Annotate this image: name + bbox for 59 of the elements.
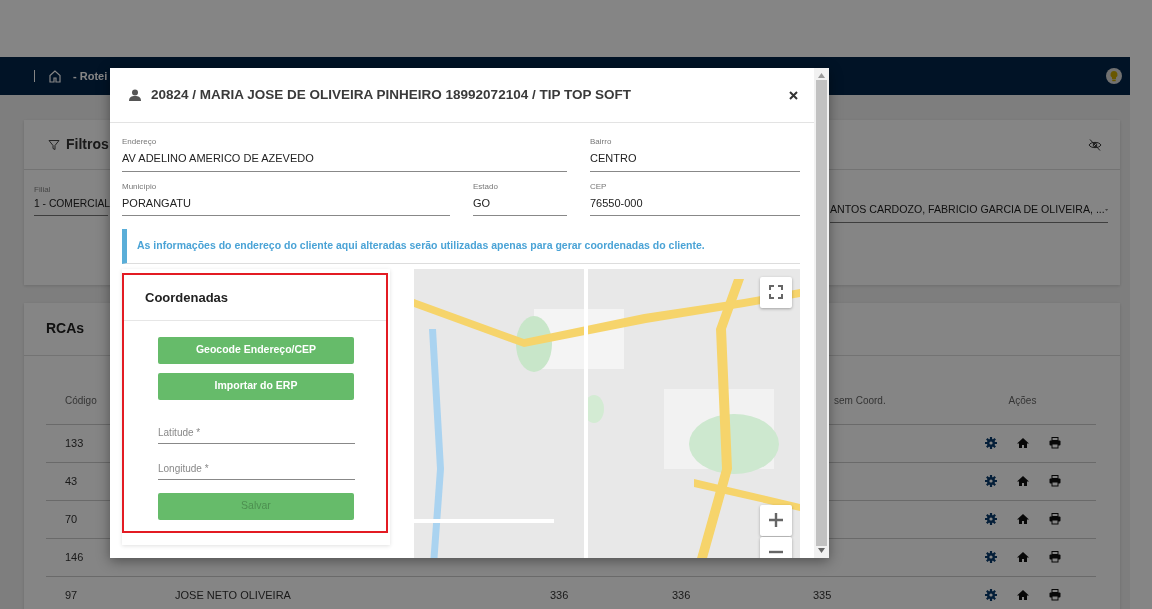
- plus-icon: [769, 513, 783, 528]
- table-cell-text: 97: [64, 588, 79, 604]
- eye-slash-icon[interactable]: [1088, 137, 1102, 152]
- text-field[interactable]: GO: [473, 192, 567, 216]
- printer-icon[interactable]: [1048, 513, 1061, 526]
- home-icon[interactable]: [1016, 475, 1029, 488]
- field-label: Bairro: [590, 136, 613, 148]
- gear-icon[interactable]: [984, 475, 997, 488]
- rca-select[interactable]: ANTOS CARDOZO, FABRICIO GARCIA DE OLIVEIRA, ...: [830, 184, 1108, 223]
- printer-icon[interactable]: [1048, 551, 1061, 564]
- field-label: Município: [122, 180, 158, 193]
- info-alert: As informações do endereço do cliente aqui alteradas serão utilizadas apenas para gerar coordenadas do cliente.: [122, 229, 800, 264]
- close-icon: [789, 90, 798, 100]
- scroll-down-icon[interactable]: [818, 548, 825, 553]
- text-field[interactable]: PORANGATU: [122, 192, 450, 216]
- printer-icon[interactable]: [1048, 475, 1061, 488]
- lightbulb-icon[interactable]: [1106, 68, 1122, 84]
- minus-icon: [769, 550, 783, 555]
- table-cell-text: 336: [671, 588, 692, 604]
- column-header: Ações: [1008, 395, 1037, 407]
- card-title: Filtros: [66, 135, 109, 154]
- field-label: Estado: [473, 180, 499, 193]
- table-cell-text: 335: [812, 588, 833, 604]
- branch-select[interactable]: 1 - COMERCIAL: [34, 196, 108, 217]
- column-header: sem Coord.: [834, 395, 886, 407]
- text-field[interactable]: 76550-000: [590, 192, 800, 216]
- printer-icon[interactable]: [1048, 437, 1061, 450]
- text-field[interactable]: AV ADELINO AMERICO DE AZEVEDO: [122, 148, 567, 172]
- text-field[interactable]: CENTRO: [590, 148, 800, 172]
- table-cell-text: 43: [64, 474, 79, 490]
- card-title: Coordenadas: [124, 274, 386, 321]
- home-icon[interactable]: [1016, 513, 1029, 526]
- table-cell-text: 70: [64, 512, 79, 528]
- home-icon[interactable]: [1016, 551, 1029, 564]
- user-icon: [129, 89, 141, 101]
- filter-icon: [48, 138, 60, 151]
- close-button[interactable]: [787, 88, 800, 102]
- modal-title: 20824 / MARIA JOSE DE OLIVEIRA PINHEIRO 18992072104 / TIP TOP SOFT: [151, 85, 631, 104]
- gear-icon[interactable]: [984, 437, 997, 450]
- table-cell-text: 133: [64, 436, 85, 452]
- table-cell-text: 146: [64, 550, 85, 566]
- gear-icon[interactable]: [984, 589, 997, 602]
- gear-icon[interactable]: [984, 551, 997, 564]
- breadcrumb-text[interactable]: - Rotei: [73, 67, 108, 85]
- zoom-in-button[interactable]: [760, 504, 792, 536]
- column-header: Código: [65, 395, 97, 407]
- table-cell-text: JOSE NETO OLIVEIRA: [174, 588, 292, 604]
- gear-icon[interactable]: [984, 513, 997, 526]
- table-cell-text: 336: [549, 588, 570, 604]
- field-label: Endereço: [122, 136, 158, 148]
- printer-icon[interactable]: [1048, 589, 1061, 602]
- home-icon[interactable]: [49, 69, 61, 83]
- fullscreen-button[interactable]: [760, 276, 792, 308]
- home-icon[interactable]: [1016, 589, 1029, 602]
- fullscreen-icon: [769, 285, 783, 300]
- home-icon[interactable]: [1016, 437, 1029, 450]
- field-label: CEP: [590, 180, 608, 193]
- scrollbar[interactable]: [814, 68, 829, 558]
- zoom-out-button[interactable]: [760, 536, 792, 558]
